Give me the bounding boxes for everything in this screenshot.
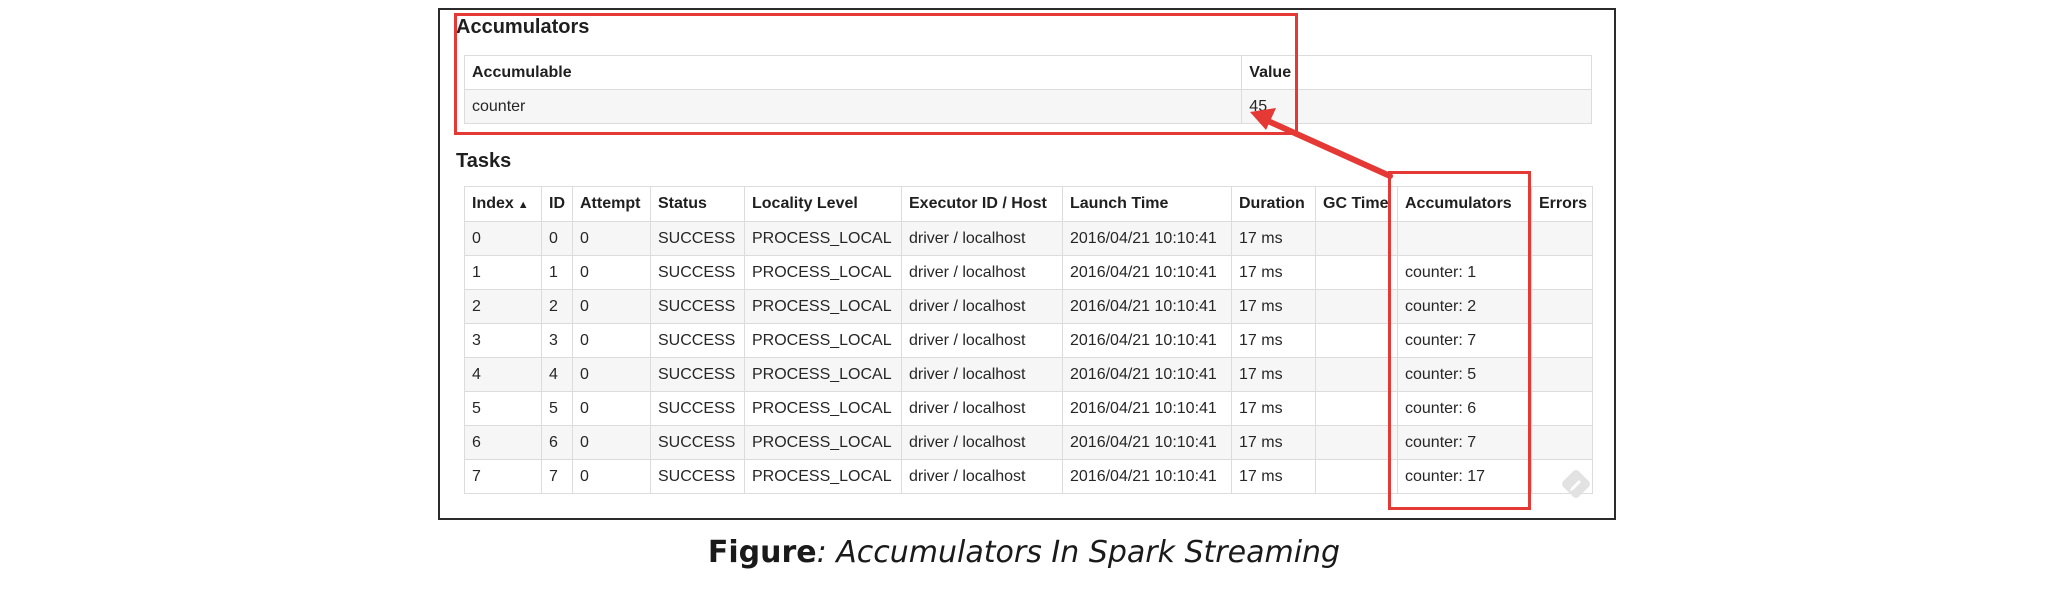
task-executor: driver / localhost [901, 425, 1063, 460]
task-id: 6 [541, 425, 573, 460]
errors-header[interactable]: Errors [1531, 186, 1593, 222]
figure-caption: Figure: Accumulators In Spark Streaming [0, 535, 2048, 570]
task-status: SUCCESS [650, 425, 745, 460]
task-duration: 17 ms [1231, 425, 1316, 460]
task-executor: driver / localhost [901, 391, 1063, 426]
task-status: SUCCESS [650, 323, 745, 358]
task-launch-time: 2016/04/21 10:10:41 [1062, 391, 1232, 426]
task-errors [1531, 289, 1593, 324]
task-id: 4 [541, 357, 573, 392]
task-executor: driver / localhost [901, 459, 1063, 494]
caption-text: : Accumulators In Spark Streaming [816, 535, 1341, 570]
task-status: SUCCESS [650, 255, 745, 290]
task-index: 3 [464, 323, 542, 358]
sort-ascending-icon: ▲ [517, 199, 529, 211]
task-errors [1531, 425, 1593, 460]
task-executor: driver / localhost [901, 255, 1063, 290]
task-gc-time [1315, 357, 1398, 392]
task-executor: driver / localhost [901, 289, 1063, 324]
task-gc-time [1315, 459, 1398, 494]
status-header[interactable]: Status [650, 186, 745, 222]
task-launch-time: 2016/04/21 10:10:41 [1062, 255, 1232, 290]
task-launch-time: 2016/04/21 10:10:41 [1062, 357, 1232, 392]
task-index: 5 [464, 391, 542, 426]
task-attempt: 0 [572, 425, 651, 460]
task-launch-time: 2016/04/21 10:10:41 [1062, 425, 1232, 460]
task-duration: 17 ms [1231, 255, 1316, 290]
task-gc-time [1315, 255, 1398, 290]
task-locality: PROCESS_LOCAL [744, 357, 902, 392]
task-launch-time: 2016/04/21 10:10:41 [1062, 323, 1232, 358]
locality-level-header[interactable]: Locality Level [744, 186, 902, 222]
id-header[interactable]: ID [541, 186, 573, 222]
task-index: 7 [464, 459, 542, 494]
task-index: 0 [464, 221, 542, 256]
task-id: 0 [541, 221, 573, 256]
task-gc-time [1315, 391, 1398, 426]
task-gc-time [1315, 289, 1398, 324]
task-status: SUCCESS [650, 289, 745, 324]
task-status: SUCCESS [650, 357, 745, 392]
task-locality: PROCESS_LOCAL [744, 323, 902, 358]
task-gc-time [1315, 221, 1398, 256]
task-duration: 17 ms [1231, 289, 1316, 324]
task-errors [1531, 357, 1593, 392]
launch-time-header[interactable]: Launch Time [1062, 186, 1232, 222]
task-attempt: 0 [572, 221, 651, 256]
task-locality: PROCESS_LOCAL [744, 255, 902, 290]
task-status: SUCCESS [650, 221, 745, 256]
task-gc-time [1315, 323, 1398, 358]
task-id: 1 [541, 255, 573, 290]
duration-header[interactable]: Duration [1231, 186, 1316, 222]
task-attempt: 0 [572, 391, 651, 426]
task-executor: driver / localhost [901, 357, 1063, 392]
task-launch-time: 2016/04/21 10:10:41 [1062, 221, 1232, 256]
tasks-title: Tasks [456, 150, 512, 172]
task-gc-time [1315, 425, 1398, 460]
attempt-header[interactable]: Attempt [572, 186, 651, 222]
task-id: 2 [541, 289, 573, 324]
task-duration: 17 ms [1231, 459, 1316, 494]
accumulators-highlight-box [454, 13, 1298, 135]
task-attempt: 0 [572, 255, 651, 290]
task-executor: driver / localhost [901, 221, 1063, 256]
task-launch-time: 2016/04/21 10:10:41 [1062, 289, 1232, 324]
executor-host-header[interactable]: Executor ID / Host [901, 186, 1063, 222]
task-index: 6 [464, 425, 542, 460]
index-header[interactable]: Index ▲ [464, 186, 542, 222]
task-errors [1531, 221, 1593, 256]
task-locality: PROCESS_LOCAL [744, 391, 902, 426]
task-duration: 17 ms [1231, 357, 1316, 392]
task-errors [1531, 323, 1593, 358]
task-index: 4 [464, 357, 542, 392]
task-duration: 17 ms [1231, 391, 1316, 426]
task-launch-time: 2016/04/21 10:10:41 [1062, 459, 1232, 494]
task-status: SUCCESS [650, 459, 745, 494]
task-status: SUCCESS [650, 391, 745, 426]
task-errors [1531, 255, 1593, 290]
task-duration: 17 ms [1231, 221, 1316, 256]
task-id: 7 [541, 459, 573, 494]
index-header-label: Index [472, 195, 514, 212]
task-attempt: 0 [572, 323, 651, 358]
task-index: 1 [464, 255, 542, 290]
task-attempt: 0 [572, 459, 651, 494]
task-duration: 17 ms [1231, 323, 1316, 358]
task-index: 2 [464, 289, 542, 324]
accumulators-column-highlight-box [1388, 171, 1531, 510]
task-errors [1531, 391, 1593, 426]
task-locality: PROCESS_LOCAL [744, 221, 902, 256]
caption-label: Figure [707, 535, 817, 570]
task-locality: PROCESS_LOCAL [744, 289, 902, 324]
gc-time-header[interactable]: GC Time [1315, 186, 1398, 222]
task-attempt: 0 [572, 357, 651, 392]
task-id: 5 [541, 391, 573, 426]
task-executor: driver / localhost [901, 323, 1063, 358]
pencil-badge-icon [1560, 468, 1592, 500]
task-locality: PROCESS_LOCAL [744, 425, 902, 460]
task-locality: PROCESS_LOCAL [744, 459, 902, 494]
task-attempt: 0 [572, 289, 651, 324]
task-id: 3 [541, 323, 573, 358]
